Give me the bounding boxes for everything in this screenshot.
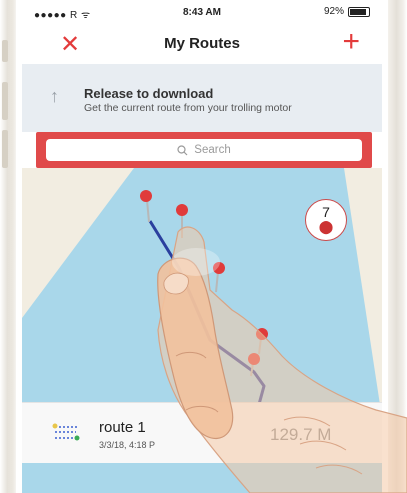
- battery-icon: [348, 6, 370, 17]
- nav-bar: ✕ My Routes +: [22, 24, 382, 65]
- route-line: [148, 220, 266, 409]
- map-land: [344, 168, 382, 418]
- phone-screen: ●●●●● R ᯤ 8:43 AM 92% ✕ My Routes + ↑ Re…: [22, 0, 382, 493]
- map-pin[interactable]: [176, 204, 188, 238]
- map-land: [22, 168, 134, 318]
- map-pin[interactable]: [140, 190, 152, 223]
- map-pin-icon: ⬤: [318, 219, 334, 234]
- status-bar: ●●●●● R ᯤ 8:43 AM 92%: [22, 0, 382, 24]
- search-icon: [177, 144, 188, 155]
- device-button: [2, 130, 8, 168]
- search-input[interactable]: Search: [46, 139, 362, 161]
- battery-indicator: 92%: [324, 6, 370, 17]
- route-name: route 1: [99, 419, 146, 436]
- device-button: [2, 82, 8, 120]
- route-list-item[interactable]: route 1 3/3/18, 4:18 P 129.7 M: [22, 402, 382, 463]
- route-date: 3/3/18, 4:18 P: [99, 440, 156, 450]
- pull-title: Release to download: [84, 86, 214, 101]
- search-highlight: Search: [36, 132, 372, 168]
- map-pin[interactable]: [213, 262, 225, 293]
- route-distance: 129.7 M: [270, 425, 332, 444]
- waypoint-cluster-badge[interactable]: 7 ⬤: [305, 199, 347, 241]
- route-icon: [52, 423, 80, 441]
- device-button: [2, 40, 8, 62]
- pull-to-refresh-banner: ↑ Release to download Get the current ro…: [22, 64, 382, 132]
- page-title: My Routes: [164, 35, 240, 52]
- arrow-up-icon: ↑: [50, 86, 59, 106]
- pull-subtitle: Get the current route from your trolling…: [84, 102, 292, 114]
- battery-percent: 92%: [323, 6, 344, 17]
- search-placeholder: Search: [194, 144, 231, 156]
- map-pin[interactable]: [256, 328, 268, 355]
- add-icon[interactable]: +: [342, 25, 360, 59]
- device-frame-left: [0, 0, 16, 493]
- device-frame-right: [388, 0, 407, 493]
- cluster-count: 7: [322, 204, 330, 220]
